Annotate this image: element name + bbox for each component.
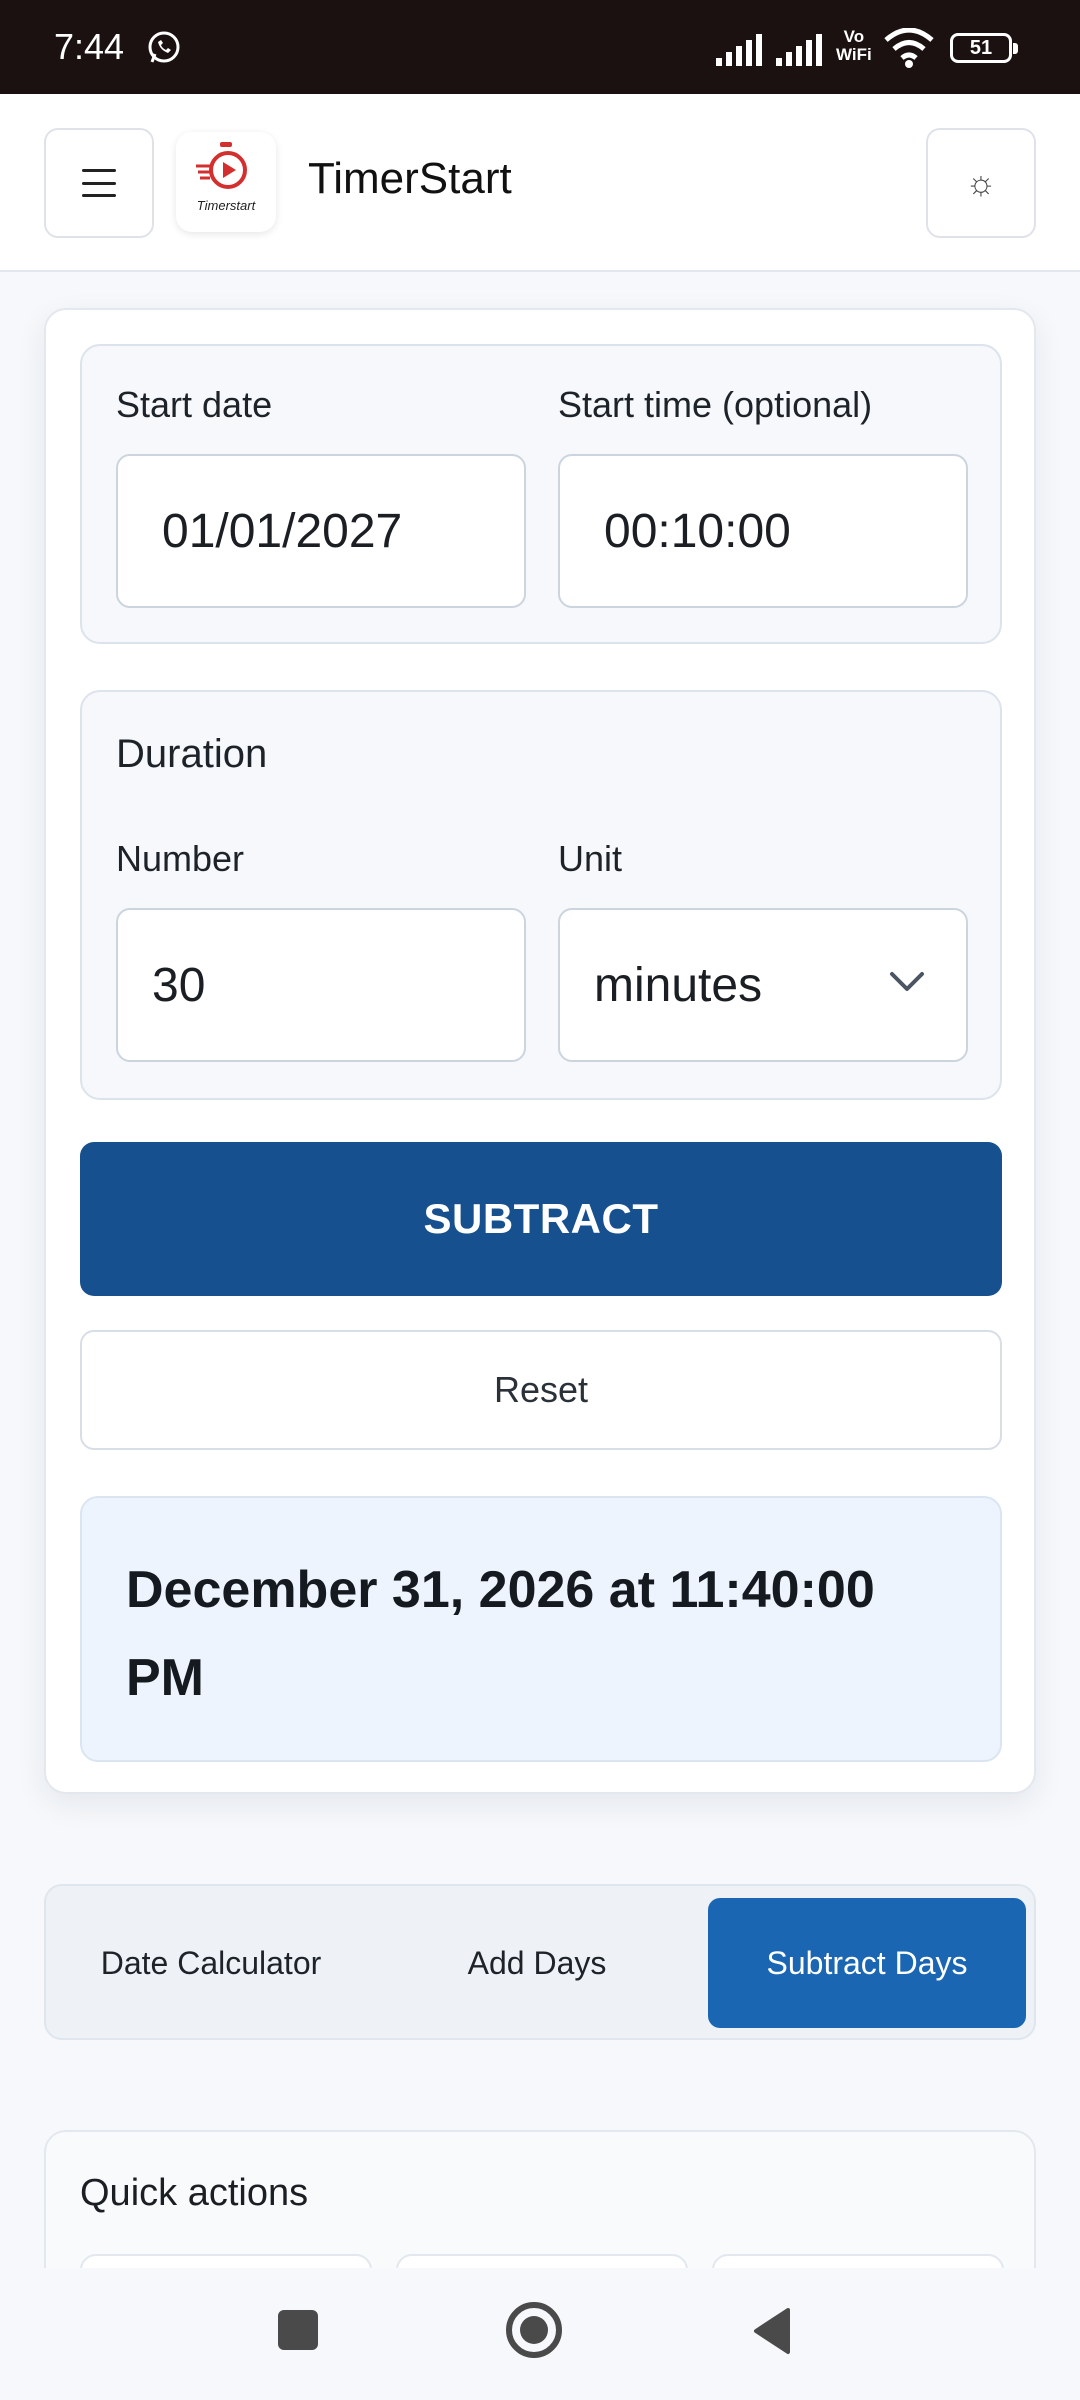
app-header: Timerstart TimerStart ☼ xyxy=(0,94,1080,272)
tab-date-calculator[interactable]: Date Calculator xyxy=(56,1898,366,2028)
menu-button[interactable] xyxy=(44,128,154,238)
sun-icon: ☼ xyxy=(965,163,997,202)
vowifi-icon: Vo WiFi xyxy=(836,28,872,64)
status-time: 7:44 xyxy=(54,26,125,67)
status-bar: 7:44 Vo WiFi 51 xyxy=(0,0,1080,94)
quick-actions-title: Quick actions xyxy=(80,2172,309,2214)
signal-icon xyxy=(776,34,822,66)
unit-select-value: minutes xyxy=(594,958,763,1012)
number-input[interactable]: 30 xyxy=(116,908,526,1062)
unit-select[interactable]: minutes xyxy=(558,908,968,1062)
whatsapp-icon xyxy=(148,31,180,63)
app-title: TimerStart xyxy=(308,154,512,203)
home-circle-icon[interactable] xyxy=(506,2302,562,2358)
stopwatch-logo-icon xyxy=(196,142,247,189)
back-triangle-icon[interactable] xyxy=(750,2306,792,2356)
recents-square-icon[interactable] xyxy=(278,2310,318,2350)
start-time-input[interactable]: 00:10:00 xyxy=(558,454,968,608)
result-text: December 31, 2026 at 11:40:00 PM xyxy=(126,1561,875,1707)
wifi-icon xyxy=(884,28,934,68)
tab-add-days[interactable]: Add Days xyxy=(382,1898,692,2028)
logo-text: Timerstart xyxy=(196,198,256,213)
start-panel: Start date Start time (optional) 01/01/2… xyxy=(80,344,1002,644)
vowifi-bottom: WiFi xyxy=(836,45,872,64)
duration-heading: Duration xyxy=(116,732,268,776)
number-label: Number xyxy=(116,838,245,879)
calculator-card: Start date Start time (optional) 01/01/2… xyxy=(44,308,1036,1794)
start-time-label: Start time (optional) xyxy=(558,384,873,425)
start-date-label: Start date xyxy=(116,384,273,425)
subtract-button[interactable]: SUBTRACT xyxy=(80,1142,1002,1296)
battery-icon: 51 xyxy=(950,33,1018,63)
calculator-tabs: Date Calculator Add Days Subtract Days xyxy=(44,1884,1036,2040)
reset-button[interactable]: Reset xyxy=(80,1330,1002,1450)
result-box: December 31, 2026 at 11:40:00 PM xyxy=(80,1496,1002,1762)
vowifi-top: Vo xyxy=(843,27,865,46)
app-logo: Timerstart xyxy=(176,132,276,232)
unit-label: Unit xyxy=(558,838,623,879)
signal-icon xyxy=(716,34,762,66)
duration-panel: Duration Number Unit 30 minutes xyxy=(80,690,1002,1100)
start-date-input[interactable]: 01/01/2027 xyxy=(116,454,526,608)
chevron-down-icon xyxy=(890,972,924,991)
tab-subtract-days[interactable]: Subtract Days xyxy=(708,1898,1026,2028)
theme-toggle-button[interactable]: ☼ xyxy=(926,128,1036,238)
hamburger-menu-icon xyxy=(82,169,116,197)
system-navigation-bar xyxy=(0,2268,1080,2400)
